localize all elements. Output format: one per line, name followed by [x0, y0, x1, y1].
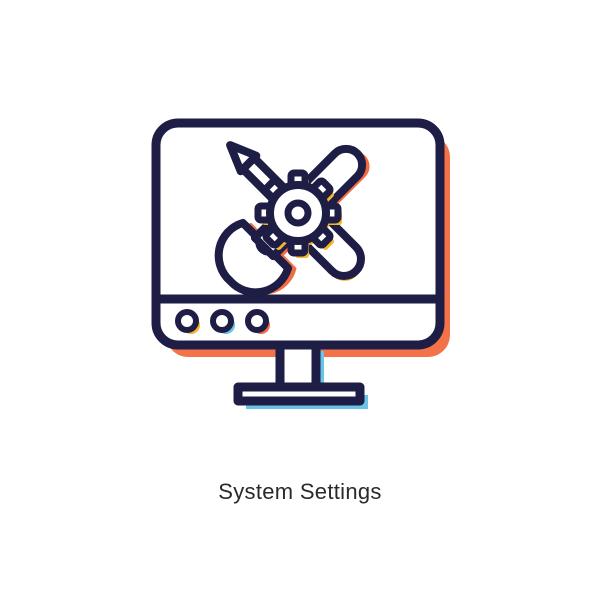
system-settings-illustration: [130, 95, 470, 455]
system-settings-icon: [130, 95, 470, 455]
caption-label: System Settings: [218, 479, 381, 505]
